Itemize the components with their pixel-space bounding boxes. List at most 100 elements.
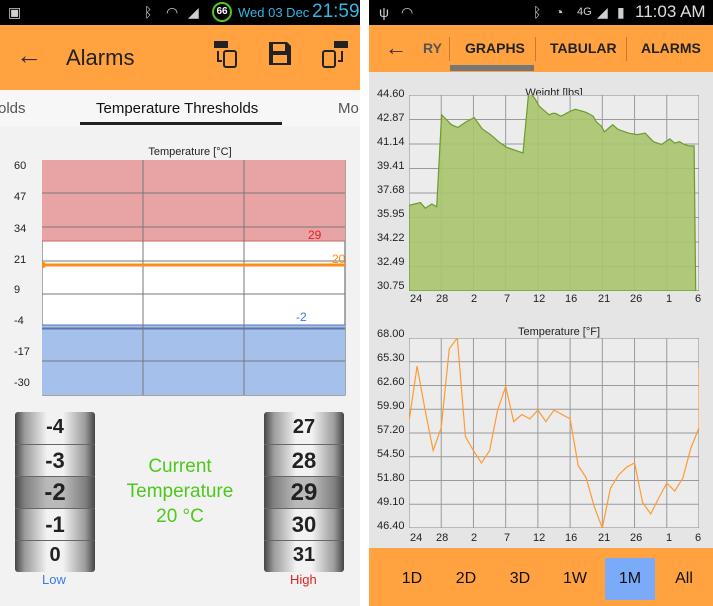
- status-bar: ▣ ᛒ ◠ ◢ 66 Wed 03 Dec 21:59: [0, 0, 360, 25]
- tab-thresholds-prev[interactable]: olds: [0, 100, 26, 117]
- y-tick: 51.80: [377, 472, 405, 484]
- low-zone: [42, 325, 345, 395]
- high-threshold-label: 29: [308, 228, 322, 242]
- tab-tabular[interactable]: TABULAR: [550, 40, 617, 56]
- range-2d-button[interactable]: 2D: [441, 558, 491, 600]
- y-tick: 57.20: [377, 424, 405, 436]
- tab-temperature-thresholds[interactable]: Temperature Thresholds: [96, 100, 258, 117]
- y-tick: 60: [14, 160, 27, 172]
- image-icon: ▣: [8, 4, 22, 20]
- status-date: Wed 03 Dec: [238, 5, 310, 20]
- back-arrow-icon[interactable]: ←: [16, 40, 42, 71]
- high-threshold-picker[interactable]: 27 28 29 30 31: [264, 412, 344, 572]
- signal-icon: ◢: [188, 4, 199, 20]
- bluetooth-icon: ᛒ: [144, 4, 153, 20]
- save-icon[interactable]: [266, 39, 294, 69]
- y-tick: 54.50: [377, 448, 405, 460]
- signal-icon: ◢: [597, 4, 608, 20]
- status-bar: ψ ◠ ᛒ ◔ 4G ◢ ▮ 11:03 AM: [369, 0, 713, 25]
- picker-value-selected[interactable]: 29: [264, 479, 344, 507]
- y-tick: 39.41: [377, 160, 405, 172]
- picker-value[interactable]: 31: [264, 544, 344, 567]
- phone-sync-icon[interactable]: [320, 39, 350, 69]
- range-1m-button[interactable]: 1M: [605, 558, 655, 600]
- x-tick: 7: [504, 532, 511, 544]
- wifi-icon: ◠: [166, 4, 179, 20]
- picker-value[interactable]: 30: [264, 512, 344, 538]
- x-tick: 12: [533, 293, 546, 305]
- action-bar: ← Alarms: [0, 25, 360, 90]
- picker-value-selected[interactable]: -2: [15, 479, 95, 507]
- y-tick: 21: [14, 254, 27, 266]
- y-tick: 59.90: [377, 400, 405, 412]
- x-tick: 6: [695, 293, 702, 305]
- y-tick: 35.95: [377, 208, 405, 220]
- y-tick: 47: [14, 191, 27, 203]
- tab-alarms[interactable]: ALARMS: [641, 40, 701, 56]
- picker-value[interactable]: 28: [264, 448, 344, 474]
- picker-value[interactable]: -1: [15, 512, 95, 538]
- y-tick: 41.14: [377, 136, 405, 148]
- current-temperature: Current Temperature 20 °C: [100, 454, 260, 529]
- x-tick: 16: [565, 532, 578, 544]
- picker-value[interactable]: 0: [15, 544, 95, 567]
- x-tick: 16: [565, 293, 578, 305]
- tab-next[interactable]: Mo: [338, 100, 359, 117]
- y-tick: 65.30: [377, 352, 405, 364]
- y-tick: 34.22: [377, 232, 405, 244]
- range-selector: 1D 2D 3D 1W 1M All: [369, 548, 713, 606]
- weight-chart[interactable]: [409, 95, 699, 291]
- battery-indicator: 66: [212, 2, 232, 22]
- active-tab-indicator: [450, 65, 534, 71]
- y-tick: 62.60: [377, 376, 405, 388]
- wifi-icon: ◠: [401, 4, 414, 20]
- temperature-chart[interactable]: [409, 338, 699, 528]
- x-tick: 2: [471, 532, 478, 544]
- status-time: 21:59: [312, 1, 360, 22]
- picker-value[interactable]: 27: [264, 416, 344, 439]
- y-tick: 32.49: [377, 256, 405, 268]
- x-tick: 2: [471, 293, 478, 305]
- range-all-button[interactable]: All: [659, 558, 709, 600]
- current-temperature-line1: Current: [148, 456, 212, 477]
- y-tick: 44.60: [377, 88, 405, 100]
- back-arrow-icon[interactable]: ←: [385, 35, 407, 61]
- x-tick: 12: [533, 532, 546, 544]
- x-tick: 1: [666, 532, 673, 544]
- battery-icon: ▮: [617, 4, 625, 20]
- current-temperature-line2: Temperature: [126, 481, 234, 502]
- x-tick: 24: [410, 293, 423, 305]
- picker-value[interactable]: -4: [15, 416, 95, 439]
- active-tab-indicator: [80, 122, 282, 125]
- picker-value[interactable]: -3: [15, 448, 95, 474]
- y-tick: 37.68: [377, 184, 405, 196]
- x-tick: 28: [436, 293, 449, 305]
- tab-bar: olds Temperature Thresholds Mo: [0, 90, 360, 126]
- threshold-chart[interactable]: [42, 160, 346, 396]
- y-tick: -4: [14, 315, 24, 327]
- range-1d-button[interactable]: 1D: [387, 558, 437, 600]
- action-bar: ← RY GRAPHS TABULAR ALARMS: [369, 25, 713, 72]
- y-tick: 49.10: [377, 496, 405, 508]
- range-1w-button[interactable]: 1W: [550, 558, 600, 600]
- alarm-icon: ◔: [555, 4, 564, 20]
- x-tick: 28: [436, 532, 449, 544]
- x-tick: 7: [504, 293, 511, 305]
- x-tick: 1: [666, 293, 673, 305]
- x-tick: 21: [598, 532, 611, 544]
- bluetooth-icon: ᛒ: [533, 4, 542, 20]
- low-caption: Low: [42, 572, 66, 587]
- low-threshold-picker[interactable]: -4 -3 -2 -1 0: [15, 412, 95, 572]
- usb-icon: ψ: [379, 4, 389, 20]
- phone-transfer-icon[interactable]: [212, 39, 240, 69]
- x-tick: 24: [410, 532, 423, 544]
- x-tick: 6: [695, 532, 702, 544]
- tab-summary[interactable]: RY: [423, 40, 442, 56]
- range-3d-button[interactable]: 3D: [495, 558, 545, 600]
- tab-graphs[interactable]: GRAPHS: [465, 40, 525, 56]
- y-tick: -17: [14, 346, 30, 358]
- y-tick: 30.75: [377, 280, 405, 292]
- current-temperature-value: 20 °C: [156, 506, 204, 527]
- right-screen: ψ ◠ ᛒ ◔ 4G ◢ ▮ 11:03 AM ← RY GRAPHS TABU…: [369, 0, 713, 606]
- x-tick: 26: [630, 532, 643, 544]
